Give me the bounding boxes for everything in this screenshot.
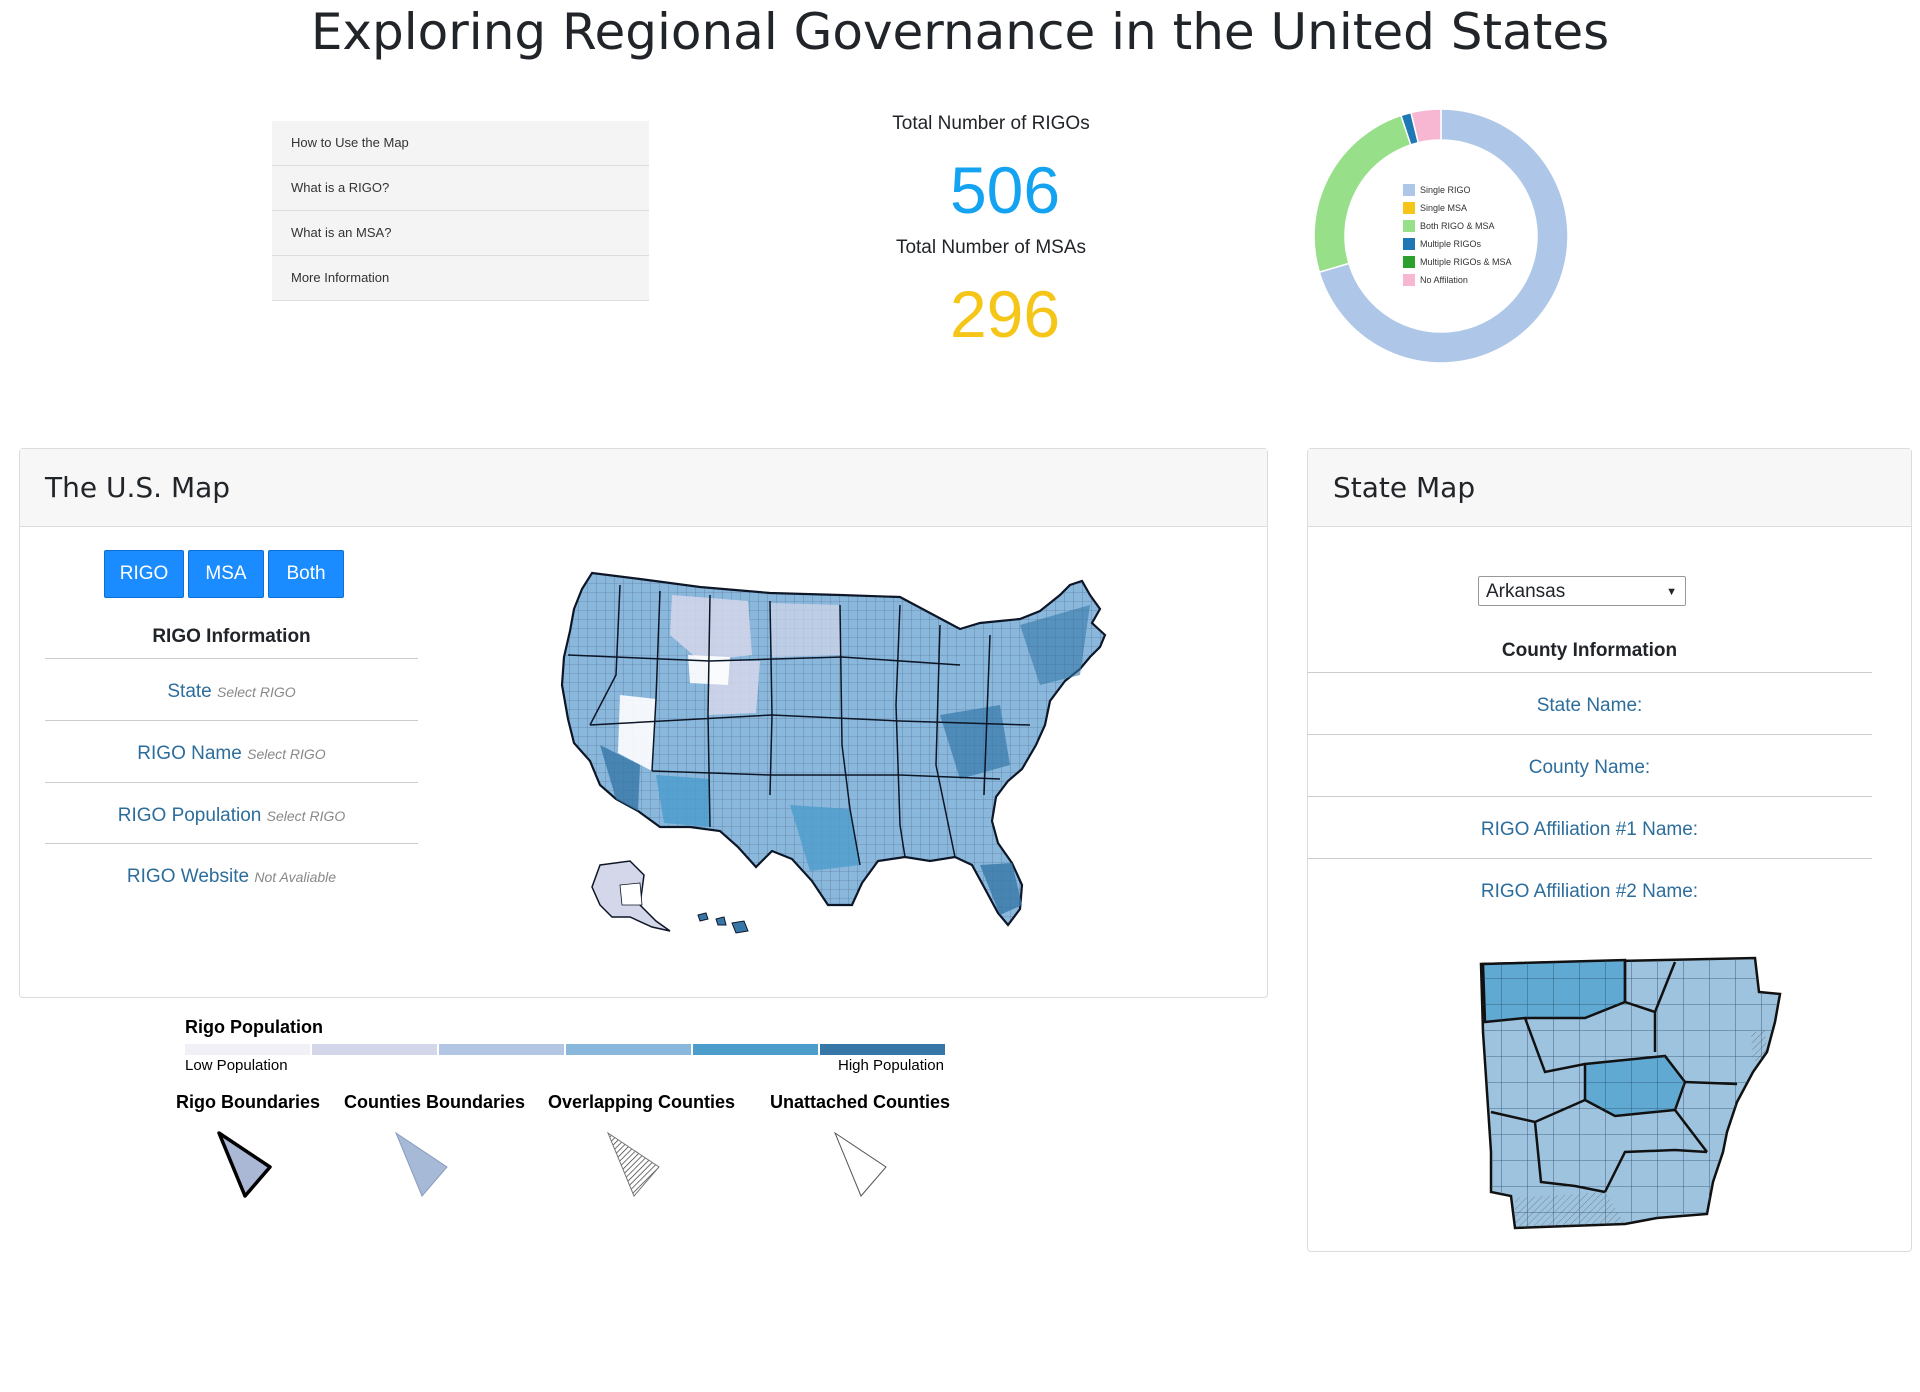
legend-counties-boundaries-label: Counties Boundaries [344,1092,526,1112]
population-scale-segment [439,1044,564,1055]
population-scale-segment [693,1044,818,1055]
menu-item-more-information[interactable]: More Information [272,256,649,301]
state-map-card-title: State Map [1308,449,1911,527]
state-map[interactable] [1475,952,1785,1238]
state-select[interactable]: Arkansas ▼ [1478,576,1686,606]
donut-legend-item: Single RIGO [1403,181,1512,199]
rigo-info-state-label: State [167,681,212,702]
donut-legend-item: Multiple RIGOs & MSA [1403,253,1512,271]
donut-legend-item: Multiple RIGOs [1403,235,1512,253]
donut-legend-item: No Affilation [1403,271,1512,289]
population-scale-segment [185,1044,310,1055]
total-rigos-value: 506 [949,153,1061,227]
rigo-info-state: State Select RIGO [45,658,418,719]
rigo-info-name-value: Select RIGO [247,746,326,762]
map-mode-buttons: RIGO MSA Both [104,550,344,598]
donut-legend-swatch [1403,202,1415,214]
total-rigos-label: Total Number of RIGOs [892,113,1090,134]
menu-item-what-is-msa[interactable]: What is an MSA? [272,211,649,256]
state-select-value: Arkansas [1486,581,1566,602]
donut-slice-both-rigo-msa[interactable] [1313,114,1412,274]
rigo-info-title: RIGO Information [152,626,311,647]
population-scale-segment [820,1044,945,1055]
donut-legend-label: Multiple RIGOs [1420,239,1482,249]
chevron-down-icon: ▼ [1666,586,1677,598]
menu-item-what-is-rigo[interactable]: What is a RIGO? [272,166,649,211]
population-low-label: Low Population [185,1057,288,1074]
rigo-info-website-label: RIGO Website [126,866,250,887]
donut-legend-swatch [1403,238,1415,250]
rigo-info-name-label: RIGO Name [137,743,242,764]
legend-overlapping-counties-label: Overlapping Counties [548,1092,736,1112]
rigo-info-state-value: Select RIGO [217,684,296,700]
donut-legend-label: Single RIGO [1420,185,1471,195]
county-info-state-name: State Name: [1307,672,1872,733]
rigo-info-website-value: Not Avaliable [254,869,337,885]
rigo-info-website: RIGO Website Not Avaliable [45,843,418,904]
legend-overlapping-counties-swatch [606,1131,660,1197]
county-info-county-name: County Name: [1307,734,1872,795]
legend-rigo-boundaries-label: Rigo Boundaries [176,1092,321,1112]
donut-legend-label: Single MSA [1420,203,1468,213]
county-info-state-name-label: State Name: [1536,695,1643,716]
menu-item-how-to-use[interactable]: How to Use the Map [272,121,649,166]
county-info-affiliation-1-label: RIGO Affiliation #1 Name: [1480,819,1699,840]
rigo-button[interactable]: RIGO [104,550,184,598]
donut-legend-label: Multiple RIGOs & MSA [1420,257,1512,267]
msa-button[interactable]: MSA [188,550,264,598]
population-scale [185,1044,945,1055]
county-info-title: County Information [1501,640,1678,661]
page-title: Exploring Regional Governance in the Uni… [310,3,1610,61]
us-hawaii[interactable] [697,912,749,934]
rigo-info-population-label: RIGO Population [117,805,262,826]
donut-legend-item: Single MSA [1403,199,1512,217]
legend-counties-boundaries-swatch [394,1131,448,1197]
donut-legend: Single RIGO Single MSA Both RIGO & MSA Mult… [1403,181,1512,289]
county-info-affiliation-1: RIGO Affiliation #1 Name: [1307,796,1872,857]
population-legend-title: Rigo Population [185,1017,323,1037]
rigo-info-name: RIGO Name Select RIGO [45,720,418,781]
rigo-info-population: RIGO Population Select RIGO [45,782,418,843]
us-map[interactable] [560,565,1130,935]
population-scale-segment [312,1044,437,1055]
total-msas-value: 296 [949,277,1061,351]
population-scale-segment [566,1044,691,1055]
donut-legend-label: Both RIGO & MSA [1420,221,1495,231]
legend-unattached-counties-label: Unattached Counties [770,1092,951,1112]
donut-legend-label: No Affilation [1420,275,1468,285]
donut-legend-item: Both RIGO & MSA [1403,217,1512,235]
us-map-card-title: The U.S. Map [20,449,1267,527]
legend-rigo-boundaries-swatch [217,1131,272,1198]
county-info-affiliation-2: RIGO Affiliation #2 Name: [1307,858,1872,919]
info-menu: How to Use the Map What is a RIGO? What … [272,121,649,301]
legend-unattached-counties-swatch [833,1131,887,1197]
population-high-label: High Population [838,1057,944,1074]
both-button[interactable]: Both [268,550,344,598]
donut-legend-swatch [1403,274,1415,286]
county-info-county-name-label: County Name: [1528,757,1651,778]
donut-legend-swatch [1403,256,1415,268]
rigo-info-population-value: Select RIGO [266,808,346,824]
county-info-affiliation-2-label: RIGO Affiliation #2 Name: [1480,881,1699,902]
total-msas-label: Total Number of MSAs [895,237,1087,258]
donut-legend-swatch [1403,184,1415,196]
donut-legend-swatch [1403,220,1415,232]
